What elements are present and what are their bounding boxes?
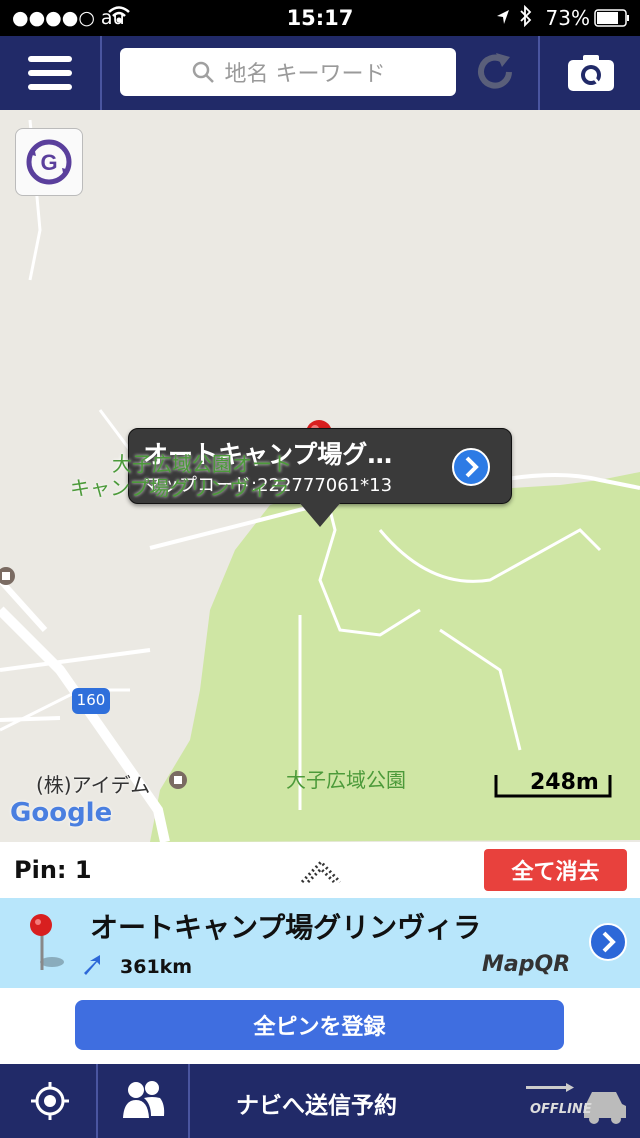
svg-text:G: G: [40, 150, 57, 175]
poi-label-line2: キャンプ場グリンヴィラ: [70, 476, 290, 500]
park-label: 大子広域公園: [286, 768, 406, 792]
status-bar: ●●●●○ au 15:17 73%: [0, 0, 640, 36]
battery-icon: [594, 9, 630, 32]
pin-bar: Pin: 1 全て消去: [0, 842, 640, 899]
pin-count: Pin: 1: [14, 856, 92, 884]
camera-qr-icon[interactable]: [566, 53, 616, 97]
result-detail-icon[interactable]: [588, 922, 628, 966]
expand-handle-icon[interactable]: [300, 856, 342, 888]
register-all-pins-button[interactable]: 全ピンを登録: [75, 1000, 564, 1050]
refresh-icon[interactable]: [474, 51, 516, 97]
result-row[interactable]: オートキャンプ場グリンヴィラ 361km MapQR: [0, 898, 640, 988]
battery-percent: 73%: [545, 6, 590, 30]
menu-icon[interactable]: [28, 54, 72, 96]
g-logo-icon: G: [26, 139, 72, 185]
pin-icon: [26, 912, 66, 978]
google-logo: Google: [10, 798, 113, 828]
company-label: (株)アイデム: [36, 773, 151, 797]
result-distance: 361km: [120, 956, 193, 978]
direction-arrow-icon: [80, 953, 104, 981]
callout-pointer: [298, 501, 342, 527]
bluetooth-icon: [520, 4, 532, 32]
header-bar: 地名 キーワード: [0, 36, 640, 110]
clear-all-button[interactable]: 全て消去: [484, 849, 627, 891]
bottom-toolbar: ナビへ送信予約 OFFLINE: [0, 1064, 640, 1138]
location-arrow-icon: [496, 8, 510, 30]
result-name: オートキャンプ場グリンヴィラ: [90, 911, 482, 944]
search-placeholder: 地名 キーワード: [224, 62, 386, 87]
mapqr-logo: MapQR: [482, 952, 571, 977]
route-number: 160: [76, 691, 106, 709]
search-input[interactable]: 地名 キーワード: [120, 48, 456, 96]
clock: 15:17: [286, 6, 354, 30]
friends-icon[interactable]: [120, 1078, 166, 1126]
offline-label: OFFLINE: [530, 1102, 592, 1117]
callout-detail-icon[interactable]: [451, 447, 491, 491]
register-area: 全ピンを登録: [0, 988, 640, 1064]
search-icon: [192, 61, 214, 83]
scale-label: 248m: [530, 770, 599, 795]
navi-send-button[interactable]: ナビへ送信予約: [236, 1086, 397, 1120]
current-location-icon[interactable]: [30, 1081, 70, 1125]
map-view[interactable]: G オートキャンプ場グ… マップコード:222777061*13 大子広域公園オ…: [0, 110, 640, 842]
g-mode-button[interactable]: G: [15, 128, 83, 196]
